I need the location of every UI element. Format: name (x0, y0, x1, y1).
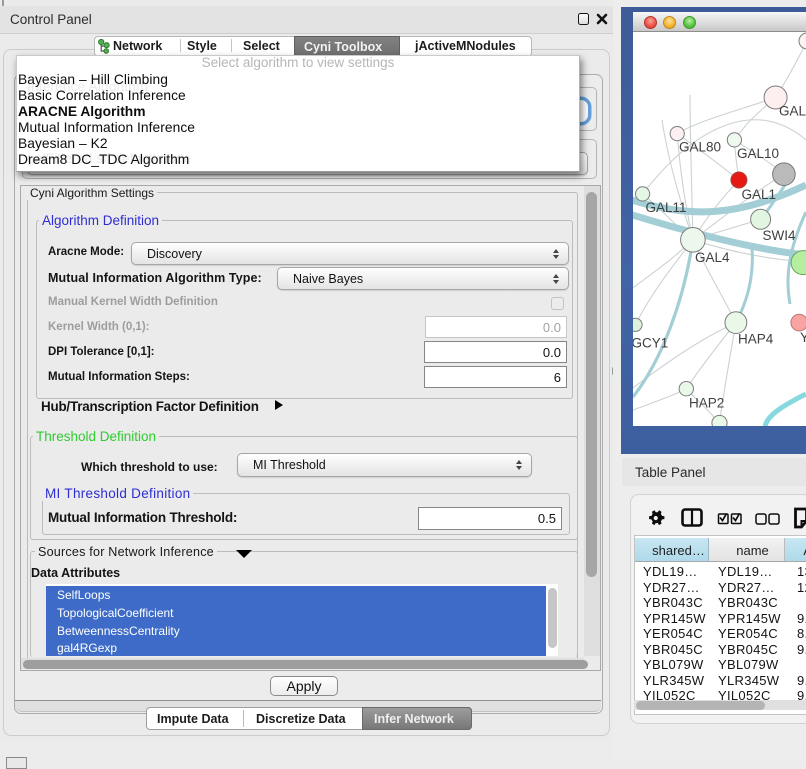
svg-text:GAL10: GAL10 (737, 146, 779, 161)
svg-text:GAL4: GAL4 (695, 250, 730, 265)
svg-text:Y: Y (800, 330, 806, 345)
svg-text:SWI4: SWI4 (763, 228, 796, 243)
svg-text:GAL1: GAL1 (742, 187, 777, 202)
svg-text:GAL11: GAL11 (646, 200, 687, 215)
svg-text:GAL80: GAL80 (679, 140, 721, 155)
svg-text:GAL7: GAL7 (779, 104, 806, 119)
svg-text:HAP2: HAP2 (689, 396, 724, 411)
svg-text:GCY1: GCY1 (633, 336, 668, 351)
svg-text:HAP4: HAP4 (738, 332, 774, 347)
